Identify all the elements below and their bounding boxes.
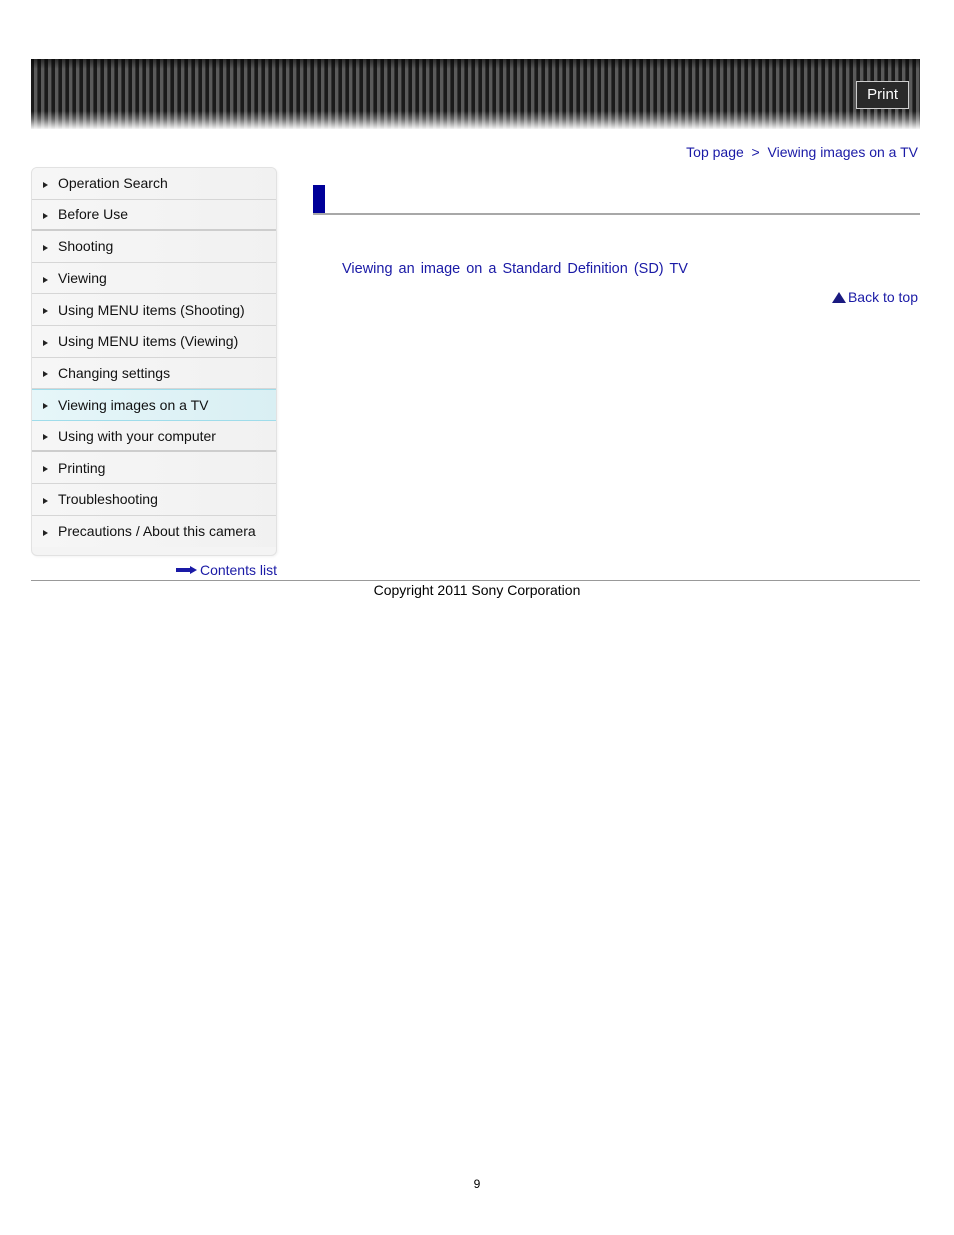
triangle-up-icon xyxy=(831,291,846,303)
footer-divider xyxy=(31,580,920,581)
sidebar-item-label: Printing xyxy=(58,459,106,476)
breadcrumb-current[interactable]: Viewing images on a TV xyxy=(768,144,918,160)
sidebar-item-menu-viewing[interactable]: Using MENU items (Viewing) xyxy=(32,325,276,358)
sidebar-item-troubleshooting[interactable]: Troubleshooting xyxy=(32,483,276,516)
sidebar-item-label: Viewing xyxy=(58,270,107,287)
sidebar-item-label: Using with your computer xyxy=(58,427,216,444)
sidebar-item-label: Troubleshooting xyxy=(58,491,158,508)
sidebar-item-label: Precautions / About this camera xyxy=(58,523,256,540)
triangle-right-icon xyxy=(43,276,48,283)
sidebar-item-label: Using MENU items (Shooting) xyxy=(58,301,245,318)
triangle-right-icon xyxy=(43,434,48,441)
breadcrumb-separator: > xyxy=(747,144,764,160)
sidebar-item-changing-settings[interactable]: Changing settings xyxy=(32,357,276,390)
triangle-right-icon xyxy=(43,497,48,504)
contents-list-link[interactable]: Contents list xyxy=(175,562,277,578)
copyright-text: Copyright 2011 Sony Corporation xyxy=(373,582,581,598)
sidebar-item-label: Using MENU items (Viewing) xyxy=(58,333,239,350)
sidebar-item-precautions[interactable]: Precautions / About this camera xyxy=(32,515,276,548)
triangle-right-icon xyxy=(43,244,48,251)
triangle-right-icon xyxy=(43,529,48,536)
page-title-marker xyxy=(313,185,325,215)
sidebar-item-menu-shooting[interactable]: Using MENU items (Shooting) xyxy=(32,294,276,326)
triangle-right-icon xyxy=(43,403,48,410)
contents-list-label: Contents list xyxy=(199,562,277,578)
back-to-top-label: Back to top xyxy=(847,289,918,305)
triangle-right-icon xyxy=(43,466,48,473)
triangle-right-icon xyxy=(43,308,48,315)
sidebar-item-label: Changing settings xyxy=(58,364,171,381)
triangle-right-icon xyxy=(43,212,48,219)
sidebar-item-before-use[interactable]: Before Use xyxy=(32,199,276,232)
sidebar-item-shooting[interactable]: Shooting xyxy=(32,231,276,263)
sidebar-item-using-computer[interactable]: Using with your computer xyxy=(32,420,276,453)
sidebar-item-label: Operation Search xyxy=(58,175,168,192)
triangle-right-icon xyxy=(43,371,48,378)
sidebar-nav: Operation Search Before Use Shooting Vie… xyxy=(31,167,277,556)
sidebar-item-viewing[interactable]: Viewing xyxy=(32,262,276,295)
sidebar-item-label: Viewing images on a TV xyxy=(58,396,209,413)
triangle-right-icon xyxy=(43,181,48,188)
print-button[interactable]: Print xyxy=(856,81,909,109)
sidebar-item-label: Shooting xyxy=(58,238,114,255)
sd-tv-link[interactable]: Viewing an image on a Standard Definitio… xyxy=(342,261,688,277)
header-banner: Print xyxy=(31,59,920,129)
sidebar-item-viewing-on-tv[interactable]: Viewing images on a TV xyxy=(32,389,276,421)
sidebar-item-operation-search[interactable]: Operation Search xyxy=(32,168,276,200)
back-to-top-link[interactable]: Back to top xyxy=(831,289,918,305)
breadcrumb: Top page > Viewing images on a TV xyxy=(686,144,918,160)
page-number: 9 xyxy=(473,1177,481,1191)
sidebar-item-printing[interactable]: Printing xyxy=(32,452,276,484)
sidebar-item-label: Before Use xyxy=(58,206,129,223)
arrow-right-icon xyxy=(175,566,198,574)
title-divider xyxy=(313,213,920,215)
breadcrumb-top-page[interactable]: Top page xyxy=(686,144,744,160)
triangle-right-icon xyxy=(43,339,48,346)
